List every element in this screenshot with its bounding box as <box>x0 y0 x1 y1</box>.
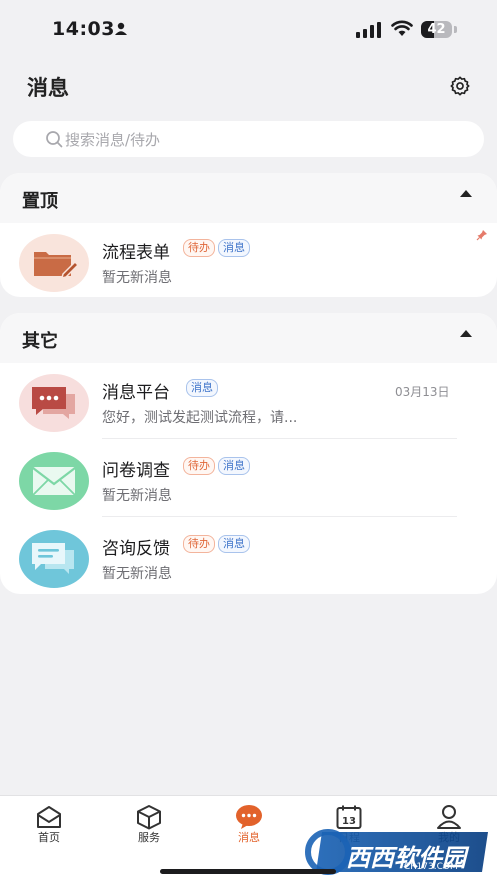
message-dots-icon <box>236 805 262 829</box>
list-item-questionnaire[interactable]: 问卷调查 待办 消息 暂无新消息 <box>0 443 497 521</box>
message-badge: 消息 <box>218 239 250 257</box>
divider <box>102 516 457 517</box>
divider <box>102 438 457 439</box>
item-title: 咨询反馈 <box>102 539 170 559</box>
pin-icon <box>476 230 487 241</box>
item-tags: 待办 消息 <box>183 535 250 553</box>
item-date: 03月13日 <box>395 385 450 399</box>
item-tags: 消息 <box>186 379 218 397</box>
item-preview: 暂无新消息 <box>102 270 172 286</box>
item-preview: 暂无新消息 <box>102 566 172 582</box>
item-tags: 待办 消息 <box>183 457 250 475</box>
pinned-section: 置顶 流程表单 待办 消息 暂无新消息 <box>0 173 497 297</box>
todo-badge: 待办 <box>183 457 215 475</box>
list-item-message-platform[interactable]: 消息平台 消息 03月13日 您好，测试发起测试流程，请... <box>0 365 497 443</box>
tab-label: 首页 <box>38 831 60 844</box>
message-badge: 消息 <box>218 457 250 475</box>
item-title: 消息平台 <box>102 383 170 403</box>
section-title: 置顶 <box>22 191 58 212</box>
search-icon <box>46 131 63 148</box>
pinned-section-header[interactable]: 置顶 <box>0 173 497 223</box>
status-bar: 14:03 42 <box>0 0 497 60</box>
others-section: 其它 消息平台 消息 03月13日 您好，测试发起测试流程，请... 问卷调查 … <box>0 313 497 594</box>
feedback-icon <box>32 543 74 574</box>
collapse-caret-icon[interactable] <box>460 190 472 197</box>
todo-badge: 待办 <box>183 535 215 553</box>
section-title: 其它 <box>22 331 58 352</box>
message-badge: 消息 <box>186 379 218 397</box>
tab-home[interactable]: 首页 <box>9 796 89 856</box>
item-preview: 您好，测试发起测试流程，请... <box>102 410 298 426</box>
tab-services[interactable]: 服务 <box>109 796 189 856</box>
cellular-signal-icon <box>356 22 381 38</box>
cube-icon <box>137 805 161 830</box>
home-indicator <box>160 869 336 874</box>
person-status-icon <box>115 22 127 35</box>
avatar <box>19 530 89 588</box>
search-placeholder: 搜索消息/待办 <box>65 131 161 149</box>
envelope-icon <box>32 467 76 496</box>
tab-label: 服务 <box>138 831 160 844</box>
wifi-icon <box>391 20 413 36</box>
battery-indicator: 42 <box>421 21 452 38</box>
page-title: 消息 <box>27 76 69 100</box>
tab-label: 消息 <box>238 831 260 844</box>
collapse-caret-icon[interactable] <box>460 330 472 337</box>
list-item-process-form[interactable]: 流程表单 待办 消息 暂无新消息 <box>0 225 497 303</box>
home-icon <box>37 806 61 828</box>
item-title: 问卷调查 <box>102 461 170 481</box>
folder-edit-icon <box>34 252 80 280</box>
battery-cap <box>454 26 457 33</box>
gear-icon[interactable] <box>449 75 471 97</box>
list-item-feedback[interactable]: 咨询反馈 待办 消息 暂无新消息 <box>0 521 497 599</box>
item-title: 流程表单 <box>102 243 170 263</box>
watermark-url: CR173.COM <box>404 862 458 872</box>
item-tags: 待办 消息 <box>183 239 250 257</box>
avatar <box>19 452 89 510</box>
chat-bubbles-icon <box>32 387 75 419</box>
avatar <box>19 234 89 292</box>
battery-level: 42 <box>427 22 446 37</box>
status-time: 14:03 <box>52 18 115 40</box>
search-input[interactable]: 搜索消息/待办 <box>13 121 484 157</box>
todo-badge: 待办 <box>183 239 215 257</box>
message-badge: 消息 <box>218 535 250 553</box>
item-preview: 暂无新消息 <box>102 488 172 504</box>
others-section-header[interactable]: 其它 <box>0 313 497 363</box>
avatar <box>19 374 89 432</box>
tab-messages[interactable]: 消息 <box>209 796 289 856</box>
